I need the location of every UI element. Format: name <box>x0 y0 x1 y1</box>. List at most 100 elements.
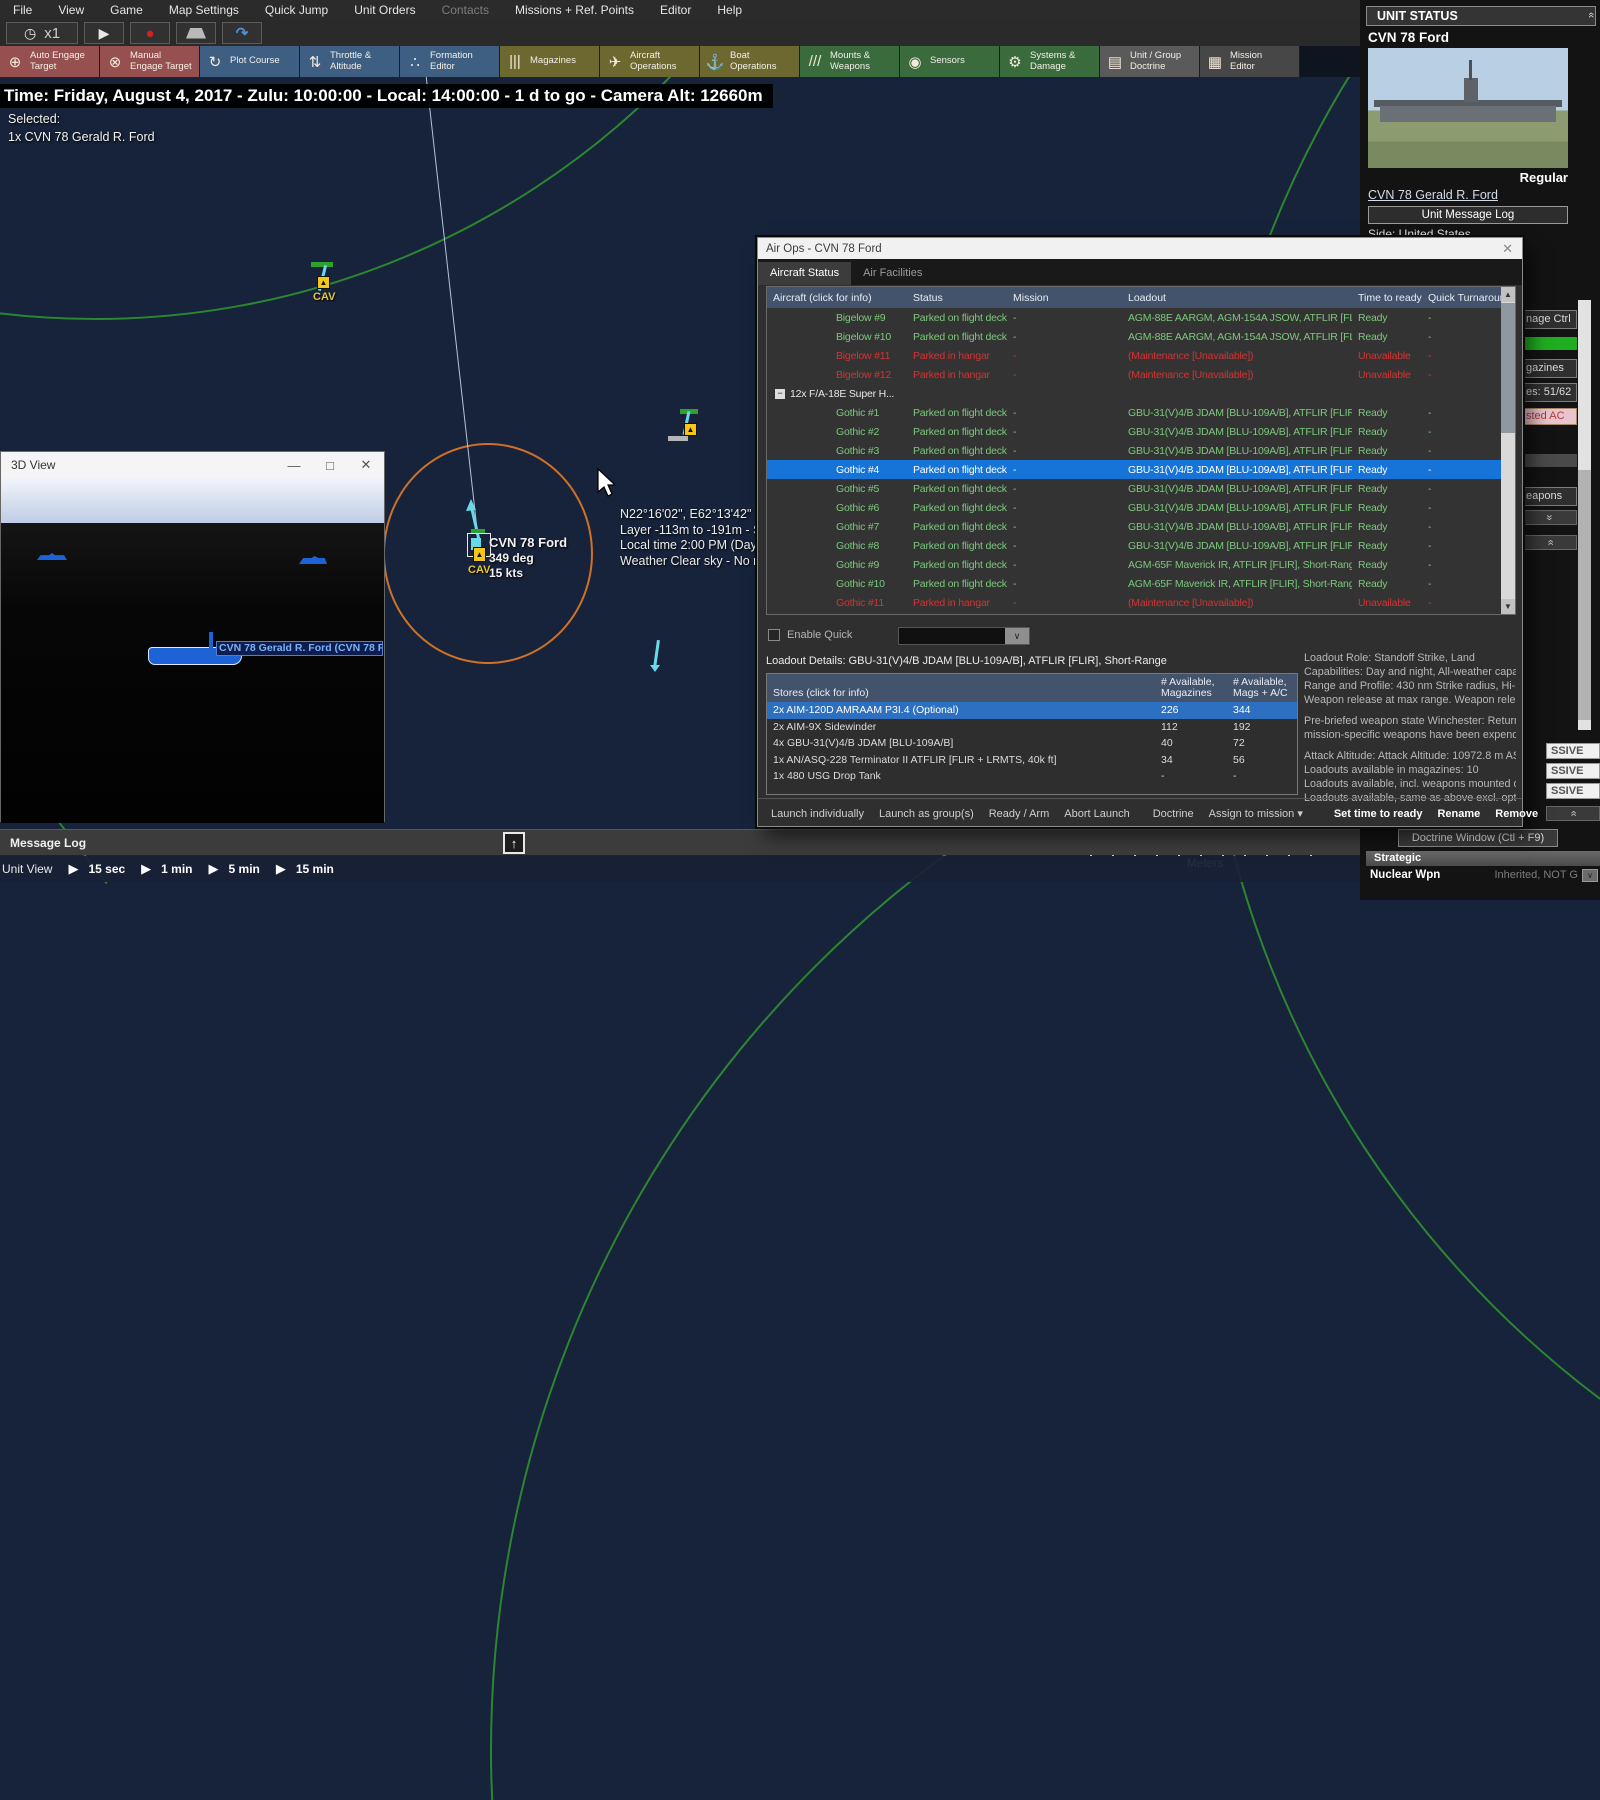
collapse-chevron-icon[interactable]: « <box>1585 12 1597 20</box>
sidebar-partial-button[interactable]: SSIVE <box>1546 783 1600 799</box>
col-status[interactable]: Status <box>907 292 1007 304</box>
menu-item[interactable]: Missions + Ref. Points <box>502 0 647 20</box>
col-mission[interactable]: Mission <box>1007 292 1122 304</box>
sidebar-partial-button[interactable]: nage Ctrl <box>1523 310 1577 329</box>
sidebar-partial-button[interactable]: es: 51/62 <box>1523 383 1577 402</box>
jump-button[interactable]: ↷ <box>222 22 262 44</box>
toolbar-button[interactable]: ⊗ Manual Engage Target <box>100 46 200 77</box>
toolbar-button[interactable]: ▦ Mission Editor <box>1200 46 1300 77</box>
scrollbar-thumb[interactable] <box>1578 470 1591 720</box>
time-step-button[interactable]: ▶ 1 min <box>137 861 204 877</box>
close-icon[interactable]: ✕ <box>1502 241 1522 257</box>
stores-row[interactable]: 2x AIM-9X Sidewinder 112 192 <box>767 719 1297 736</box>
sidebar-partial-button[interactable] <box>1523 337 1577 350</box>
map-unit-2[interactable]: ▲ <box>668 403 718 451</box>
sidebar-partial-button[interactable]: « <box>1546 806 1600 821</box>
unit-status-header[interactable]: UNIT STATUS « <box>1366 6 1597 26</box>
action-button[interactable]: Rename <box>1437 808 1480 820</box>
sidebar-partial-button[interactable]: sted AC <box>1523 408 1577 425</box>
scrollbar-thumb[interactable] <box>1501 303 1515 433</box>
aircraft-row[interactable]: Bigelow #10 Parked on flight deck - AGM-… <box>767 327 1503 346</box>
col-quick-turnaround[interactable]: Quick Turnaround <box>1422 292 1503 304</box>
aircraft-row[interactable]: −12x F/A-18E Super H... <box>767 384 1503 403</box>
dialog-tab[interactable]: Air Facilities <box>851 262 934 285</box>
toolbar-button[interactable]: ⚙ Systems & Damage <box>1000 46 1100 77</box>
unit-message-log-button[interactable]: Unit Message Log <box>1368 206 1568 224</box>
menu-item[interactable]: Unit Orders <box>341 0 428 20</box>
stores-row[interactable]: 1x AN/ASQ-228 Terminator II ATFLIR [FLIR… <box>767 752 1297 769</box>
menu-item[interactable]: Map Settings <box>156 0 252 20</box>
aircraft-row[interactable]: Gothic #8 Parked on flight deck - GBU-31… <box>767 536 1503 555</box>
time-step-button[interactable]: ▶ 15 min <box>272 861 346 877</box>
menu-item[interactable]: Game <box>97 0 156 20</box>
aircraft-row[interactable]: Gothic #5 Parked on flight deck - GBU-31… <box>767 479 1503 498</box>
action-button[interactable]: Assign to mission ▾ <box>1209 807 1303 820</box>
action-button[interactable]: Launch individually <box>771 808 864 820</box>
menu-item[interactable]: View <box>45 0 97 20</box>
menu-item[interactable]: Editor <box>647 0 704 20</box>
sidebar-partial-button[interactable]: SSIVE <box>1546 743 1600 759</box>
sidebar-partial-button[interactable]: « <box>1523 510 1577 525</box>
time-compression-button[interactable]: ◷ x1 <box>6 22 78 44</box>
col-time-to-ready[interactable]: Time to ready <box>1352 292 1422 304</box>
expand-log-button[interactable]: ↑ <box>503 832 525 854</box>
aircraft-row[interactable]: Gothic #6 Parked on flight deck - GBU-31… <box>767 498 1503 517</box>
time-step-button[interactable]: ▶ 5 min <box>205 861 272 877</box>
toolbar-button[interactable]: ∴ Formation Editor <box>400 46 500 77</box>
aircraft-row[interactable]: Gothic #2 Parked on flight deck - GBU-31… <box>767 422 1503 441</box>
action-button[interactable]: Abort Launch <box>1064 808 1129 820</box>
col-stores[interactable]: Stores (click for info) <box>767 688 1155 702</box>
aircraft-row[interactable]: Bigelow #11 Parked in hangar - (Maintena… <box>767 346 1503 365</box>
selected-unit-marker[interactable]: ▲ <box>467 529 491 562</box>
toolbar-button[interactable]: ⚓ Boat Operations <box>700 46 800 77</box>
toolbar-button[interactable]: /// Mounts & Weapons <box>800 46 900 77</box>
aircraft-row[interactable]: Gothic #4 Parked on flight deck - GBU-31… <box>767 460 1503 479</box>
chevron-down-icon[interactable]: ∨ <box>1582 868 1598 882</box>
dialog-tab[interactable]: Aircraft Status <box>758 262 852 285</box>
toolbar-button[interactable]: ⊕ Auto Engage Target <box>0 46 100 77</box>
toolbar-button[interactable]: ⇅ Throttle & Altitude <box>300 46 400 77</box>
record-button[interactable]: ● <box>130 22 170 44</box>
menu-item[interactable]: Help <box>704 0 755 20</box>
menu-item[interactable]: Quick Jump <box>252 0 341 20</box>
sidebar-scrollbar[interactable] <box>1578 300 1591 730</box>
map-unit-3[interactable] <box>645 638 675 678</box>
action-button[interactable]: Launch as group(s) <box>879 808 974 820</box>
toolbar-button[interactable]: ▤ Unit / Group Doctrine <box>1100 46 1200 77</box>
chevron-down-icon[interactable]: ∨ <box>1005 628 1029 644</box>
time-step-button[interactable]: ▶ 15 sec <box>64 861 137 877</box>
close-icon[interactable]: ✕ <box>348 457 384 473</box>
sidebar-partial-button[interactable] <box>1523 454 1577 467</box>
toolbar-button[interactable]: ↻ Plot Course <box>200 46 300 77</box>
toolbar-button[interactable]: ||| Magazines <box>500 46 600 77</box>
scroll-down-icon[interactable]: ▼ <box>1501 599 1515 614</box>
aircraft-row[interactable]: Gothic #9 Parked on flight deck - AGM-65… <box>767 555 1503 574</box>
stores-row[interactable]: 2x AIM-120D AMRAAM P3I.4 (Optional) 226 … <box>767 702 1297 719</box>
aircraft-row[interactable]: Gothic #1 Parked on flight deck - GBU-31… <box>767 403 1503 422</box>
sidebar-partial-button[interactable]: eapons <box>1523 487 1577 506</box>
unit-db-link[interactable]: CVN 78 Gerald R. Ford <box>1368 188 1498 202</box>
strategic-section-header[interactable]: Strategic <box>1366 851 1600 866</box>
toolbar-button[interactable]: ◉ Sensors <box>900 46 1000 77</box>
action-button[interactable]: Set time to ready <box>1334 808 1423 820</box>
aircraft-row[interactable]: Bigelow #12 Parked in hangar - (Maintena… <box>767 365 1503 384</box>
col-aircraft[interactable]: Aircraft (click for info) <box>767 292 907 304</box>
minimize-icon[interactable]: — <box>276 458 312 473</box>
aircraft-row[interactable]: Gothic #11 Parked in hangar - (Maintenan… <box>767 593 1503 612</box>
expander-icon[interactable]: − <box>775 388 785 399</box>
message-log-bar[interactable]: Message Log ↑ <box>0 829 1368 855</box>
toolbar-button[interactable]: ✈ Aircraft Operations <box>600 46 700 77</box>
col-available-magazines[interactable]: # Available, Magazines <box>1155 677 1227 702</box>
map-layers-button[interactable] <box>176 22 216 44</box>
map-unit-cav[interactable]: ▲ CAV <box>305 255 355 303</box>
aircraft-row[interactable]: Gothic #7 Parked on flight deck - GBU-31… <box>767 517 1503 536</box>
3d-view-titlebar[interactable]: 3D View — □ ✕ <box>1 452 384 478</box>
play-button[interactable]: ▶ <box>84 22 124 44</box>
table-scrollbar[interactable]: ▲ ▼ <box>1501 287 1515 614</box>
stores-row[interactable]: 4x GBU-31(V)4/B JDAM [BLU-109A/B] 40 72 <box>767 735 1297 752</box>
maximize-icon[interactable]: □ <box>312 458 348 473</box>
enable-quick-checkbox[interactable] <box>768 629 780 641</box>
unit-view-label[interactable]: Unit View <box>0 862 60 876</box>
aircraft-row[interactable]: Gothic #3 Parked on flight deck - GBU-31… <box>767 441 1503 460</box>
action-button[interactable]: Ready / Arm <box>989 808 1050 820</box>
